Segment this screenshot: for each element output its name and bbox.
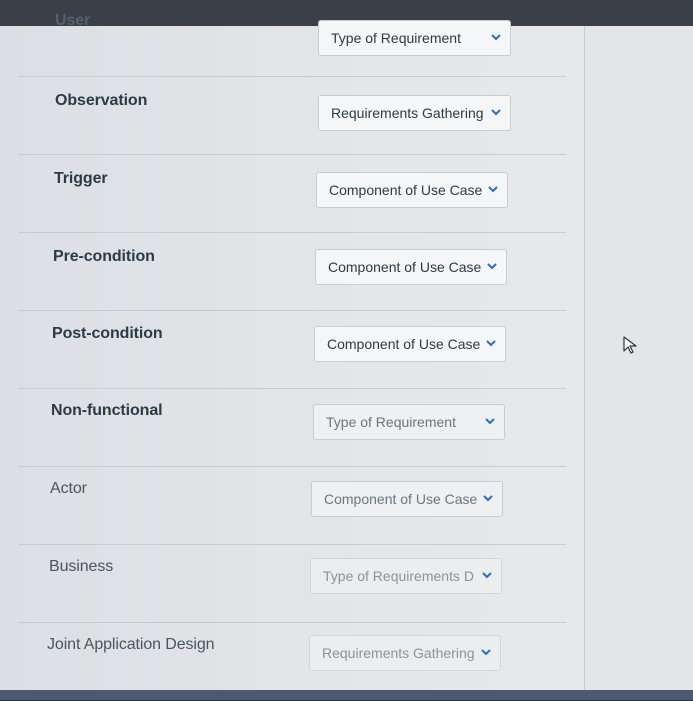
chevron-down-icon — [487, 263, 497, 270]
match-row: Post-condition Component of Use Case — [18, 310, 566, 389]
answer-dropdown[interactable]: Type of Requirements D — [310, 558, 502, 594]
dropdown-value: Requirements Gathering — [322, 645, 475, 661]
term-label: User — [55, 12, 91, 29]
term-label: Observation — [55, 92, 148, 109]
answer-dropdown[interactable]: Component of Use Case — [311, 481, 503, 517]
chevron-down-icon — [481, 649, 491, 656]
match-row: Observation Requirements Gathering — [18, 76, 566, 155]
term-label: Trigger — [54, 170, 108, 187]
match-row: Actor Component of Use Case — [18, 466, 566, 545]
term-label: Joint Application Design — [47, 636, 215, 653]
chevron-down-icon — [483, 495, 493, 502]
chevron-down-icon — [491, 34, 501, 41]
dropdown-value: Requirements Gathering — [331, 105, 484, 121]
chevron-down-icon — [486, 340, 496, 347]
dropdown-value: Component of Use Case — [329, 182, 483, 198]
answer-dropdown[interactable]: Requirements Gathering — [318, 95, 511, 131]
answer-dropdown[interactable]: Component of Use Case — [314, 326, 506, 362]
dropdown-value: Component of Use Case — [327, 336, 481, 352]
chevron-down-icon — [491, 109, 501, 116]
chevron-down-icon — [482, 572, 492, 579]
match-row: Business Type of Requirements D — [18, 544, 566, 623]
dropdown-value: Component of Use Case — [328, 259, 482, 275]
term-label: Post-condition — [52, 325, 163, 342]
term-label: Actor — [50, 480, 87, 497]
match-row: Joint Application Design Requirements Ga… — [18, 622, 566, 701]
answer-dropdown[interactable]: Component of Use Case — [316, 172, 508, 208]
dropdown-value: Type of Requirement — [331, 30, 461, 46]
match-row: Trigger Component of Use Case — [18, 154, 566, 233]
match-row: Non-functional Type of Requirement — [18, 388, 566, 467]
term-label: Pre-condition — [53, 248, 155, 265]
right-panel — [584, 26, 693, 690]
answer-dropdown[interactable]: Component of Use Case — [315, 249, 507, 285]
match-row: User Type of Requirement — [18, 8, 566, 86]
dropdown-value: Type of Requirements D — [323, 568, 474, 584]
match-row: Pre-condition Component of Use Case — [18, 232, 566, 311]
answer-dropdown[interactable]: Type of Requirement — [318, 20, 511, 56]
dropdown-value: Component of Use Case — [324, 491, 478, 507]
chevron-down-icon — [485, 418, 495, 425]
term-label: Non-functional — [51, 402, 163, 419]
mouse-cursor-icon — [623, 336, 637, 354]
dropdown-value: Type of Requirement — [326, 414, 456, 430]
answer-dropdown[interactable]: Requirements Gathering — [309, 635, 501, 671]
term-label: Business — [49, 558, 114, 575]
chevron-down-icon — [488, 186, 498, 193]
answer-dropdown[interactable]: Type of Requirement — [313, 404, 505, 440]
